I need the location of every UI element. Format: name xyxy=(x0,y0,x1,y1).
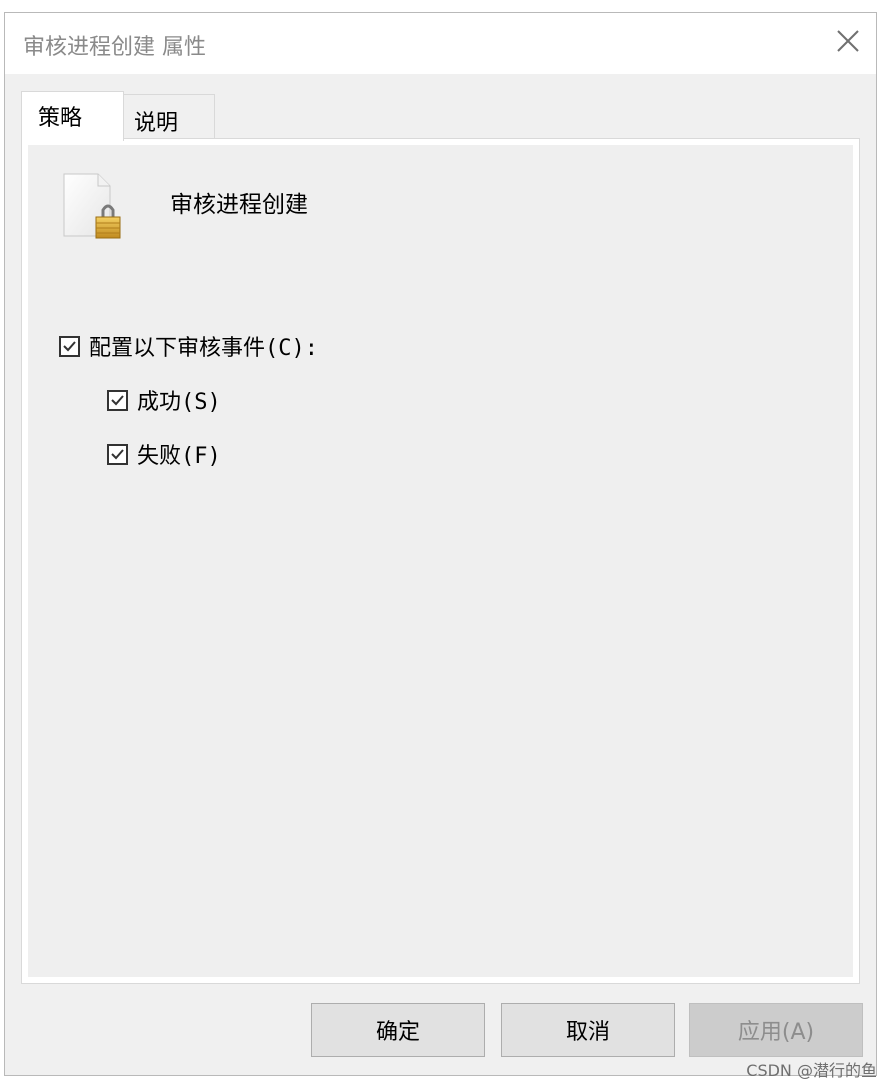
tab-panel-policy: 审核进程创建 配置以下审核事件(C): 成功(S) 失败(F) xyxy=(21,138,860,984)
apply-button[interactable]: 应用(A) xyxy=(689,1003,863,1057)
configure-audit-events-label: 配置以下审核事件(C): xyxy=(89,336,318,361)
configure-audit-events-checkbox[interactable]: 配置以下审核事件(C): xyxy=(59,330,318,362)
tab-description[interactable]: 说明 xyxy=(123,94,215,139)
properties-dialog: 审核进程创建 属性 策略 说明 审核进程创建 配置以下审核事件(C): 成功(S… xyxy=(4,12,877,1076)
policy-file-lock-icon xyxy=(60,172,122,242)
watermark: CSDN @潜行的鱼 xyxy=(746,1061,877,1080)
tab-policy-label: 策略 xyxy=(38,106,83,131)
success-label: 成功(S) xyxy=(137,390,221,415)
close-icon[interactable] xyxy=(834,27,862,55)
window-title: 审核进程创建 属性 xyxy=(23,35,206,60)
checkbox-box[interactable] xyxy=(59,335,80,357)
tab-description-label: 说明 xyxy=(134,111,179,136)
failure-checkbox[interactable]: 失败(F) xyxy=(107,438,221,470)
failure-label: 失败(F) xyxy=(137,444,221,469)
policy-name: 审核进程创建 xyxy=(170,192,308,218)
checkbox-box[interactable] xyxy=(107,389,128,411)
title-bar[interactable]: 审核进程创建 属性 xyxy=(5,13,876,74)
policy-panel-content: 审核进程创建 配置以下审核事件(C): 成功(S) 失败(F) xyxy=(28,145,853,977)
tab-policy[interactable]: 策略 xyxy=(21,91,124,141)
cancel-button[interactable]: 取消 xyxy=(501,1003,675,1057)
success-checkbox[interactable]: 成功(S) xyxy=(107,384,221,416)
ok-button[interactable]: 确定 xyxy=(311,1003,485,1057)
checkbox-box[interactable] xyxy=(107,443,128,465)
